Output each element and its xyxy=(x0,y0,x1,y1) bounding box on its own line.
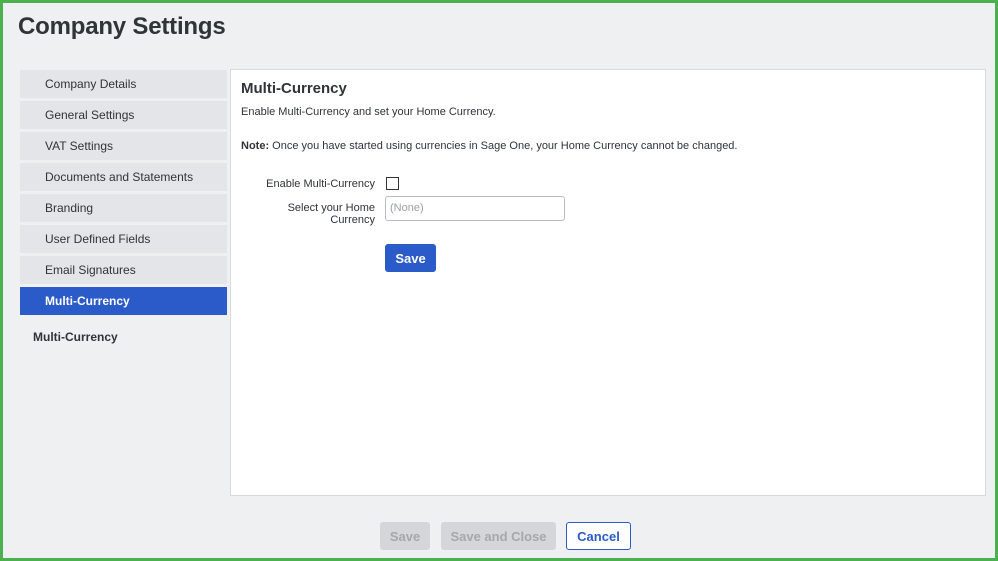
footer-save-and-close-button[interactable]: Save and Close xyxy=(441,522,556,550)
footer-cancel-button[interactable]: Cancel xyxy=(566,522,631,550)
sidebar-item-label: VAT Settings xyxy=(45,139,114,153)
panel-title: Multi-Currency xyxy=(241,80,347,97)
sidebar-item-vat-settings[interactable]: VAT Settings xyxy=(20,132,227,160)
settings-window: Company Settings Company Details General… xyxy=(0,0,998,561)
panel-note: Note: Once you have started using curren… xyxy=(241,140,738,152)
sidebar-item-documents-and-statements[interactable]: Documents and Statements xyxy=(20,163,227,191)
panel-description: Enable Multi-Currency and set your Home … xyxy=(241,106,496,118)
note-label: Note: xyxy=(241,140,270,152)
sidebar-item-label: Multi-Currency xyxy=(45,294,130,308)
sidebar-item-user-defined-fields[interactable]: User Defined Fields xyxy=(20,225,227,253)
sidebar-item-label: Company Details xyxy=(45,77,137,91)
settings-panel: Multi-Currency Enable Multi-Currency and… xyxy=(230,69,986,496)
sidebar-item-label: General Settings xyxy=(45,108,135,122)
sidebar-item-label: Email Signatures xyxy=(45,263,136,277)
sidebar-item-multi-currency[interactable]: Multi-Currency xyxy=(20,287,227,315)
sidebar-caption: Multi-Currency xyxy=(33,330,118,344)
sidebar: Company Details General Settings VAT Set… xyxy=(20,70,227,344)
sidebar-item-company-details[interactable]: Company Details xyxy=(20,70,227,98)
sidebar-item-email-signatures[interactable]: Email Signatures xyxy=(20,256,227,284)
sidebar-item-label: Branding xyxy=(45,201,94,215)
home-currency-label: Select your Home Currency xyxy=(287,202,375,226)
panel-save-button[interactable]: Save xyxy=(385,244,436,272)
sidebar-item-branding[interactable]: Branding xyxy=(20,194,227,222)
enable-multi-currency-checkbox[interactable] xyxy=(386,177,399,190)
footer-save-button[interactable]: Save xyxy=(380,522,430,550)
sidebar-item-label: Documents and Statements xyxy=(45,170,194,184)
home-currency-select[interactable]: (None) xyxy=(385,196,565,221)
sidebar-item-general-settings[interactable]: General Settings xyxy=(20,101,227,129)
sidebar-item-label: User Defined Fields xyxy=(45,232,151,246)
enable-multi-currency-label: Enable Multi-Currency xyxy=(266,178,375,190)
note-text: Once you have started using currencies i… xyxy=(269,140,738,152)
page-title: Company Settings xyxy=(18,13,226,40)
